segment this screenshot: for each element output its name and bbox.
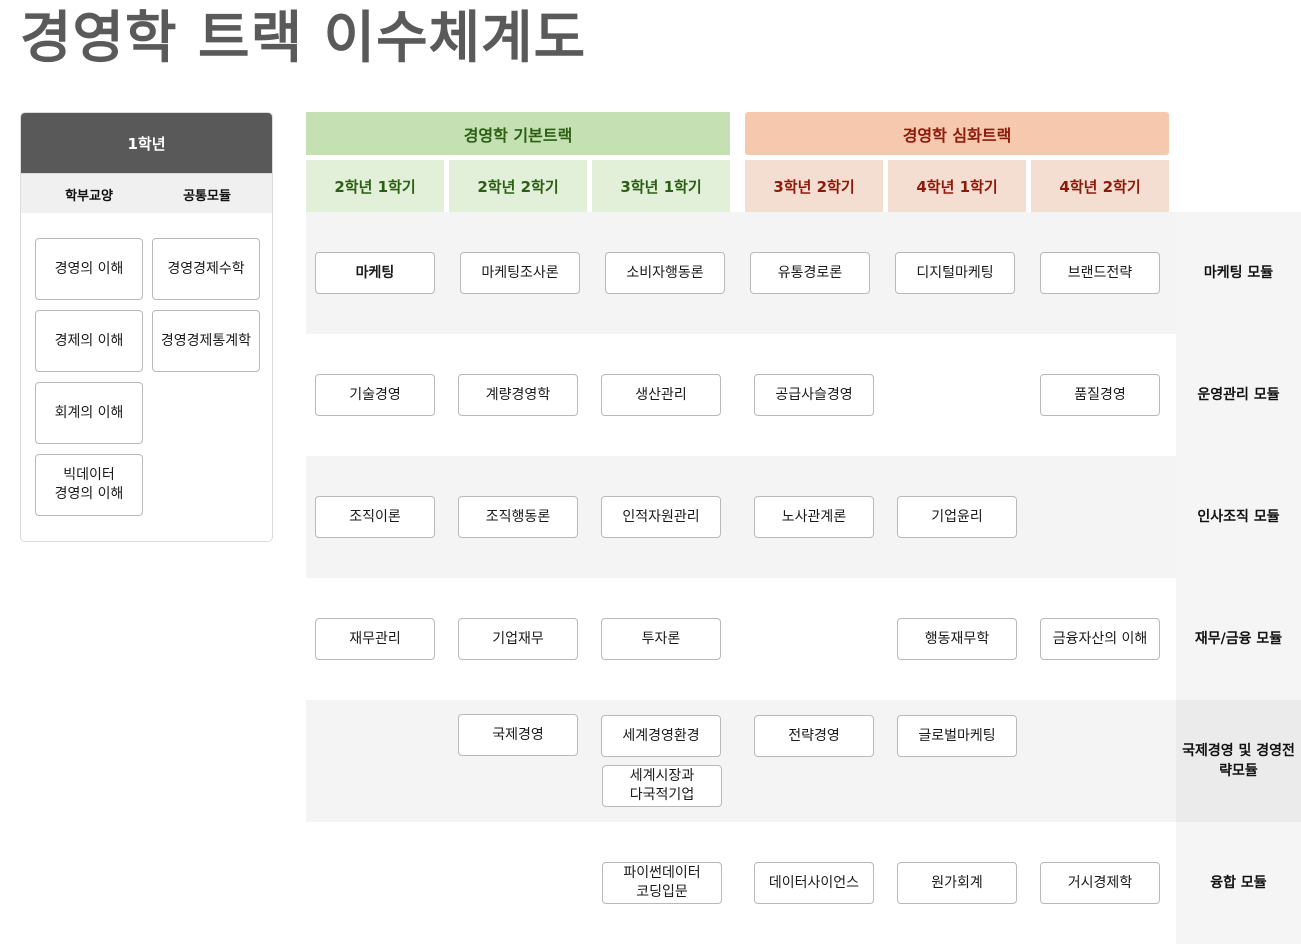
module-label-marketing: 마케팅 모듈 [1176, 212, 1301, 334]
course-box[interactable]: 조직행동론 [458, 496, 578, 538]
semester-header: 3학년 1학기 [592, 160, 730, 212]
module-label-finance: 재무/금융 모듈 [1176, 578, 1301, 700]
course-box[interactable]: 재무관리 [315, 618, 435, 660]
course-box[interactable]: 전략경영 [754, 715, 874, 757]
course-box[interactable]: 디지털마케팅 [895, 252, 1015, 294]
course-box[interactable]: 기업윤리 [897, 496, 1017, 538]
page-title: 경영학 트랙 이수체계도 [20, 6, 587, 71]
course-box[interactable]: 노사관계론 [754, 496, 874, 538]
course-box[interactable]: 공급사슬경영 [754, 374, 874, 416]
semester-header: 4학년 2학기 [1031, 160, 1169, 212]
module-row-band [306, 700, 1176, 822]
semester-header: 2학년 2학기 [449, 160, 587, 212]
course-box[interactable]: 행동재무학 [897, 618, 1017, 660]
advanced-track-header: 경영학 심화트랙 [745, 112, 1169, 155]
course-box[interactable]: 마케팅조사론 [460, 252, 580, 294]
course-box[interactable]: 금융자산의 이해 [1040, 618, 1160, 660]
course-box[interactable]: 브랜드전략 [1040, 252, 1160, 294]
course-box[interactable]: 소비자행동론 [605, 252, 725, 294]
liberal-arts-column-header: 학부교양 [65, 188, 113, 204]
first-year-header: 1학년 [21, 113, 272, 173]
course-box[interactable]: 마케팅 [315, 252, 435, 294]
course-box[interactable]: 데이터사이언스 [754, 862, 874, 904]
semester-header: 2학년 1학기 [306, 160, 444, 212]
course-box[interactable]: 생산관리 [601, 374, 721, 416]
module-label-international: 국제경영 및 경영전략모듈 [1176, 700, 1301, 822]
course-box[interactable]: 경영경제수학 [152, 238, 260, 300]
course-box[interactable]: 기업재무 [458, 618, 578, 660]
course-box[interactable]: 세계시장과 다국적기업 [602, 765, 722, 807]
semester-header: 4학년 1학기 [888, 160, 1026, 212]
course-box[interactable]: 원가회계 [897, 862, 1017, 904]
course-box[interactable]: 회계의 이해 [35, 382, 143, 444]
module-label-hr: 인사조직 모듈 [1176, 456, 1301, 578]
course-box[interactable]: 유통경로론 [750, 252, 870, 294]
course-box[interactable]: 빅데이터 경영의 이해 [35, 454, 143, 516]
course-box[interactable]: 글로벌마케팅 [897, 715, 1017, 757]
course-box[interactable]: 인적자원관리 [601, 496, 721, 538]
module-label-convergence: 융합 모듈 [1176, 822, 1301, 944]
course-box[interactable]: 기술경영 [315, 374, 435, 416]
common-module-column-header: 공통모듈 [183, 188, 231, 204]
course-box[interactable]: 세계경영환경 [601, 715, 721, 757]
course-box[interactable]: 조직이론 [315, 496, 435, 538]
course-box[interactable]: 품질경영 [1040, 374, 1160, 416]
semester-header: 3학년 2학기 [745, 160, 883, 212]
course-box[interactable]: 파이썬데이터 코딩입문 [602, 862, 722, 904]
first-year-subheader: 학부교양 공통모듈 [21, 173, 272, 213]
module-row-band [306, 456, 1176, 578]
basic-track-header: 경영학 기본트랙 [306, 112, 730, 155]
course-box[interactable]: 국제경영 [458, 714, 578, 756]
course-box[interactable]: 계량경영학 [458, 374, 578, 416]
course-box[interactable]: 투자론 [601, 618, 721, 660]
course-box[interactable]: 거시경제학 [1040, 862, 1160, 904]
course-box[interactable]: 경제의 이해 [35, 310, 143, 372]
course-box[interactable]: 경영의 이해 [35, 238, 143, 300]
first-year-panel: 1학년 학부교양 공통모듈 경영의 이해 경제의 이해 회계의 이해 빅데이터 … [20, 112, 273, 542]
course-box[interactable]: 경영경제통계학 [152, 310, 260, 372]
module-label-operations: 운영관리 모듈 [1176, 334, 1301, 456]
